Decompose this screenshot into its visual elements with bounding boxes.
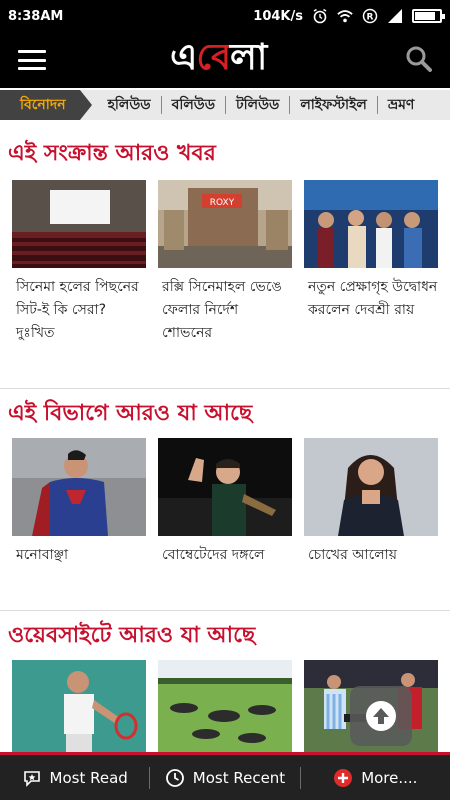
signal-icon: [387, 8, 403, 24]
most-read-button[interactable]: Most Read: [0, 755, 149, 800]
registered-icon: R: [362, 8, 378, 24]
cinema-hall-image: [12, 180, 146, 268]
news-card[interactable]: নতুন প্রেক্ষাগৃহ উদ্বোধন করলেন দেবশ্রী র…: [304, 180, 438, 322]
tab-lifestyle[interactable]: লাইফস্টাইল: [290, 90, 377, 120]
scroll-to-top-button[interactable]: [350, 686, 412, 746]
hamburger-icon[interactable]: [18, 48, 46, 72]
news-title[interactable]: নতুন প্রেক্ষাগৃহ উদ্বোধন করলেন দেবশ্রী র…: [304, 276, 438, 322]
tab-entertainment[interactable]: বিনোদন: [0, 90, 92, 120]
more-button[interactable]: More....: [301, 755, 450, 800]
section-divider: [0, 610, 450, 611]
chat-star-icon: [23, 770, 40, 787]
more-label: More....: [361, 768, 418, 787]
status-time: 8:38AM: [8, 8, 64, 24]
news-card[interactable]: [158, 660, 292, 760]
battery-icon: [412, 9, 445, 23]
bottom-bar: Most Read Most Recent More....: [0, 752, 450, 800]
tab-travel[interactable]: ভ্রমণ: [378, 90, 425, 120]
logo-part-left: এ: [170, 37, 197, 78]
section-title-category: এই বিভাগে আরও যা আছে: [8, 401, 253, 426]
search-icon[interactable]: [404, 44, 434, 74]
logo-part-right: লা: [230, 37, 267, 78]
section-title-website: ওয়েবসাইটে আরও যা আছে: [8, 623, 256, 648]
logo-part-mid: বে: [196, 37, 231, 78]
football-training-image: [158, 660, 292, 752]
wifi-icon: [337, 8, 353, 24]
section-divider: [0, 388, 450, 389]
status-icons: 104K/s R: [253, 8, 445, 24]
news-title[interactable]: রক্সি সিনেমাহল ভেঙে ফেলার নির্দেশ শোভনের: [158, 276, 292, 345]
concert-image: [158, 438, 292, 536]
most-read-label: Most Read: [49, 768, 128, 787]
news-card[interactable]: সিনেমা হলের পিছনের সিট-ই কি সেরা? দুঃখিত: [12, 180, 146, 345]
news-card[interactable]: বোম্বেটেদের দঙ্গলে: [158, 438, 292, 567]
most-recent-label: Most Recent: [192, 768, 286, 787]
roxy-cinema-image: ROXY: [158, 180, 292, 268]
logo[interactable]: এ বে লা: [170, 36, 267, 84]
superman-image: [12, 438, 146, 536]
plus-circle-icon: [334, 768, 353, 787]
tab-hollywood[interactable]: হলিউড: [98, 90, 161, 120]
status-bar: 8:38AM 104K/s R: [0, 0, 450, 32]
section-title-related: এই সংক্রান্ত আরও খবর: [8, 141, 216, 166]
tab-bollywood[interactable]: বলিউড: [162, 90, 225, 120]
svg-text:ROXY: ROXY: [210, 198, 235, 208]
category-tabs: বিনোদন হলিউড বলিউড টলিউড লাইফস্টাইল ভ্রম…: [0, 90, 450, 120]
app-bar: এ বে লা: [0, 32, 450, 88]
most-recent-button[interactable]: Most Recent: [150, 755, 299, 800]
news-title[interactable]: সিনেমা হলের পিছনের সিট-ই কি সেরা? দুঃখিত: [12, 276, 146, 345]
battery-level: [415, 12, 436, 20]
news-card[interactable]: মনোবাঞ্ছা: [12, 438, 146, 567]
news-card[interactable]: চোখের আলোয়: [304, 438, 438, 567]
news-card[interactable]: [12, 660, 146, 760]
tab-tollywood[interactable]: টলিউড: [226, 90, 289, 120]
news-card[interactable]: ROXY রক্সি সিনেমাহল ভেঙে ফেলার নির্দেশ শ…: [158, 180, 292, 345]
news-title[interactable]: চোখের আলোয়: [304, 544, 438, 567]
svg-text:R: R: [367, 13, 374, 23]
tennis-image: [12, 660, 146, 752]
inauguration-image: [304, 180, 438, 268]
news-title[interactable]: বোম্বেটেদের দঙ্গলে: [158, 544, 292, 567]
alarm-icon: [312, 8, 328, 24]
news-title[interactable]: মনোবাঞ্ছা: [12, 544, 146, 567]
arrow-up-icon: [366, 701, 396, 731]
actress-image: [304, 438, 438, 536]
clock-icon: [165, 768, 184, 787]
network-speed: 104K/s: [253, 8, 303, 24]
